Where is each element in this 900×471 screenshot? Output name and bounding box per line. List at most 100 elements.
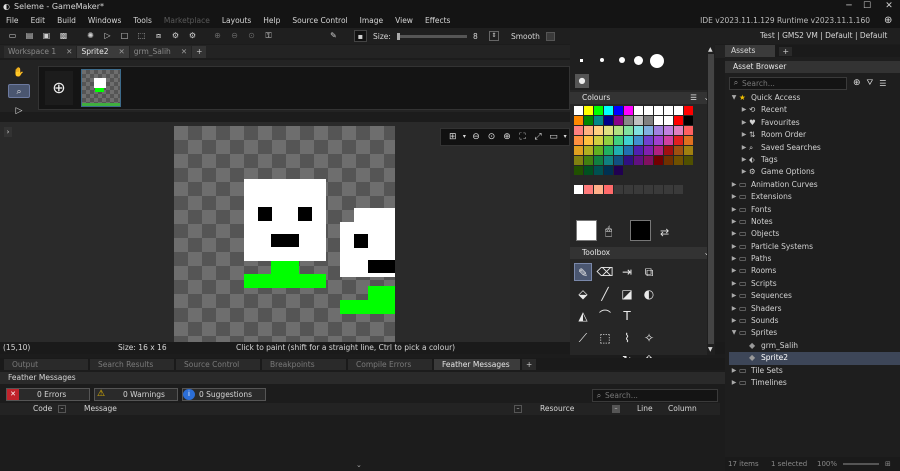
folder-objects[interactable]: ▶ ▭ Objects — [729, 228, 900, 240]
close-tab-icon[interactable]: ✕ — [118, 46, 124, 58]
lasso-icon[interactable]: ⌇ — [618, 329, 636, 347]
colour-swatch[interactable] — [654, 126, 663, 135]
debug-icon[interactable]: ⬚ — [135, 30, 148, 42]
colour-swatch[interactable] — [654, 146, 663, 155]
quick-saved-searches[interactable]: ▶ ⌕ Saved Searches — [729, 142, 900, 154]
add-frame-button[interactable]: ⊕ — [45, 71, 73, 105]
folder-sprites[interactable]: ▼ ▭ Sprites — [729, 327, 900, 339]
quick-room-order[interactable]: ▶ ⇅ Room Order — [729, 129, 900, 141]
scroll-up-icon[interactable]: ▲ — [708, 46, 713, 53]
colour-swatch[interactable] — [674, 146, 683, 155]
magic-wand-icon[interactable]: ✧ — [640, 329, 658, 347]
chevron-right-icon[interactable]: ▶ — [729, 191, 739, 203]
add-tab-button[interactable]: + — [522, 358, 537, 370]
brush-round-medium-icon[interactable] — [619, 57, 625, 63]
chevron-right-icon[interactable]: ▶ — [729, 204, 739, 216]
colour-swatch[interactable] — [684, 126, 693, 135]
size-slider-handle[interactable] — [396, 32, 400, 40]
colour-swatch[interactable] — [574, 146, 583, 155]
game-options-icon[interactable]: ⚙ — [186, 30, 199, 42]
select-move-icon[interactable]: ⇥ — [618, 263, 636, 281]
primary-colour-swatch[interactable] — [576, 220, 597, 241]
tab-source-control[interactable]: Source Control — [176, 358, 260, 370]
line-icon[interactable]: ╱ — [596, 285, 614, 303]
quick-game-options[interactable]: ▶ ⚙ Game Options — [729, 166, 900, 178]
folder-shaders[interactable]: ▶ ▭ Shaders — [729, 303, 900, 315]
tab-breakpoints[interactable]: Breakpoints — [262, 358, 346, 370]
custom-colour-swatch[interactable] — [664, 185, 673, 194]
close-tab-icon[interactable]: ✕ — [181, 46, 187, 58]
text-icon[interactable]: T — [618, 307, 636, 325]
size-slider[interactable] — [396, 32, 467, 40]
menu-effects[interactable]: Effects — [419, 14, 457, 28]
chevron-down-icon[interactable]: ▾ — [461, 130, 469, 144]
colour-swatch[interactable] — [584, 166, 593, 175]
menu-layouts[interactable]: Layouts — [216, 14, 257, 28]
colour-swatch[interactable] — [664, 126, 673, 135]
zoom-reset-icon[interactable]: ⊙ — [484, 130, 500, 144]
quick-tags[interactable]: ▶ ⬖ Tags — [729, 154, 900, 166]
zoom-out-icon[interactable]: ⊖ — [228, 30, 241, 42]
grid-icon[interactable]: ⚿ — [262, 30, 275, 42]
colour-swatch[interactable] — [684, 146, 693, 155]
colour-swatch[interactable] — [614, 126, 623, 135]
quick-access[interactable]: ▼ ★ Quick Access — [729, 92, 900, 104]
tab-search-results[interactable]: Search Results — [90, 358, 174, 370]
chevron-right-icon[interactable]: ▶ — [729, 241, 739, 253]
sprite-canvas[interactable] — [174, 126, 395, 344]
sprite-item-grm_salih[interactable]: ◆ grm_Salih — [729, 340, 900, 352]
custom-colour-swatch[interactable] — [634, 185, 643, 194]
chevron-down-icon[interactable]: ▼ — [729, 327, 739, 339]
sort-icon[interactable]: – — [58, 405, 66, 413]
colour-swatch[interactable] — [674, 126, 683, 135]
tab-sprite2[interactable]: Sprite2 ✕ — [77, 45, 129, 58]
folder-scripts[interactable]: ▶ ▭ Scripts — [729, 278, 900, 290]
brush-round-large-icon[interactable] — [634, 56, 643, 65]
colour-swatch[interactable] — [654, 106, 663, 115]
chevron-right-icon[interactable]: ▶ — [729, 377, 739, 389]
chevron-right-icon[interactable]: ▶ — [739, 117, 749, 129]
brush-shape-icon[interactable]: ▪ — [354, 30, 367, 42]
close-icon[interactable]: ✕ — [880, 1, 898, 13]
assets-tab[interactable]: Assets — [725, 45, 776, 57]
menu-help[interactable]: Help — [257, 14, 286, 28]
tab-workspace-1[interactable]: Workspace 1 ✕ — [4, 45, 77, 58]
colour-swatch[interactable] — [604, 136, 613, 145]
zoom-reset-icon[interactable]: ⊙ — [245, 30, 258, 42]
colour-swatch[interactable] — [614, 116, 623, 125]
colour-swatch[interactable] — [574, 116, 583, 125]
frame-thumbnail[interactable] — [81, 69, 121, 107]
colour-swatch[interactable] — [684, 106, 693, 115]
colour-swatch[interactable] — [624, 156, 633, 165]
smooth-checkbox[interactable] — [545, 31, 555, 41]
run-icon[interactable]: ▷ — [101, 30, 114, 42]
pencil-icon[interactable]: ✎ — [574, 263, 592, 281]
zoom-in-icon[interactable]: ⊕ — [211, 30, 224, 42]
asset-search-input[interactable]: Search... — [742, 79, 775, 88]
expand-panel-icon[interactable]: › — [4, 127, 12, 137]
chevron-right-icon[interactable]: ▶ — [729, 278, 739, 290]
colour-swatch[interactable] — [664, 136, 673, 145]
size-spinner-icon[interactable]: ⇕ — [488, 31, 499, 41]
add-asset-icon[interactable]: ⊕ — [853, 78, 861, 88]
colour-swatch[interactable] — [594, 126, 603, 135]
colour-swatch[interactable] — [574, 136, 583, 145]
chevron-right-icon[interactable]: ▶ — [729, 315, 739, 327]
hand-tool-icon[interactable]: ✋ — [8, 66, 30, 80]
colour-swatch[interactable] — [644, 136, 653, 145]
fill-icon[interactable]: ⬙ — [574, 285, 592, 303]
colour-swatch[interactable] — [584, 146, 593, 155]
menu-tools[interactable]: Tools — [127, 14, 157, 28]
colour-swatch[interactable] — [604, 116, 613, 125]
colour-swatch[interactable] — [644, 106, 653, 115]
colour-swatch[interactable] — [634, 106, 643, 115]
feather-search-input[interactable]: Search... — [605, 391, 638, 400]
suggestions-filter[interactable]: i 0 Suggestions — [182, 387, 266, 401]
arc-icon[interactable]: ⌒ — [596, 307, 614, 325]
folder-rooms[interactable]: ▶ ▭ Rooms — [729, 265, 900, 277]
chevron-right-icon[interactable]: ▶ — [729, 253, 739, 265]
chevron-right-icon[interactable]: ▶ — [729, 290, 739, 302]
brush-custom-icon[interactable]: ● — [575, 74, 589, 88]
colour-swatch[interactable] — [674, 116, 683, 125]
custom-colour-swatch[interactable] — [674, 185, 683, 194]
